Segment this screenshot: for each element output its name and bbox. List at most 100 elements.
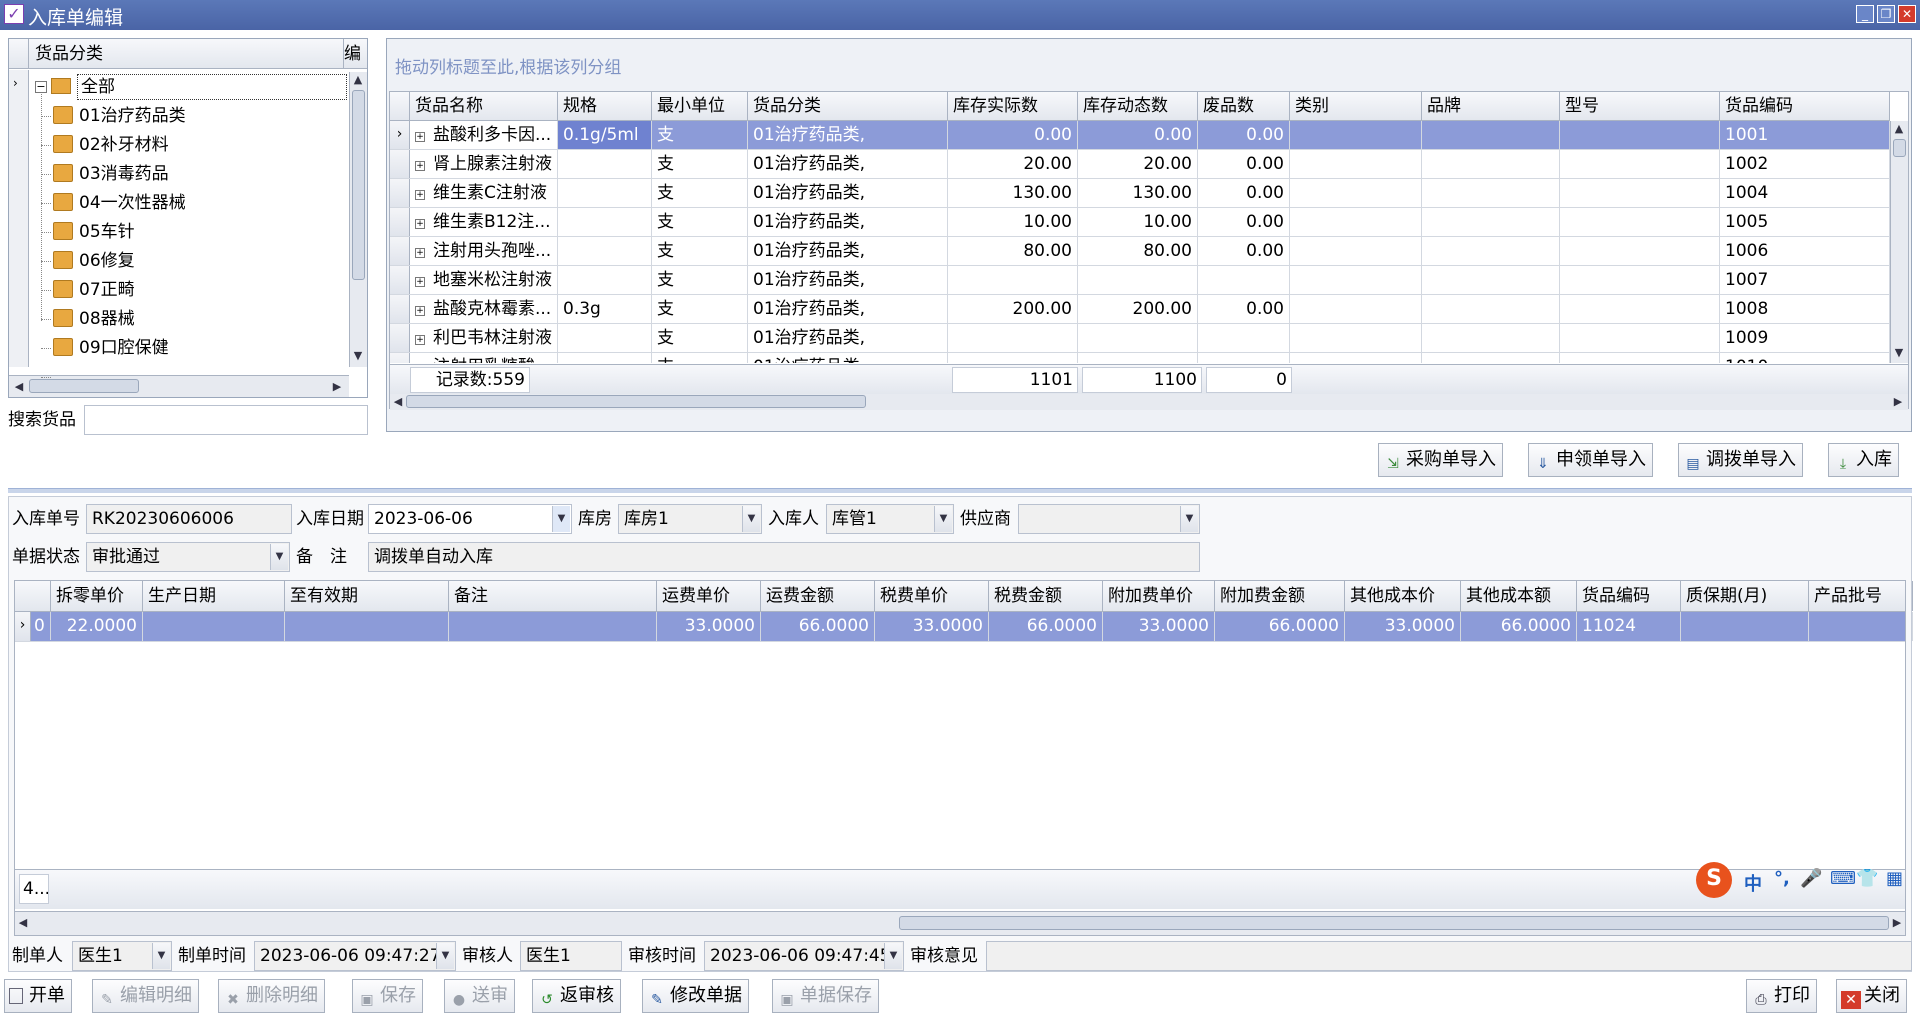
goods-cell-cat[interactable]: 01治疗药品类,: [748, 324, 948, 352]
detail-cell[interactable]: [143, 612, 285, 641]
print-button[interactable]: ⎙ 打印: [1746, 979, 1817, 1013]
punct-icon[interactable]: °,: [1774, 868, 1790, 889]
goods-cell-type[interactable]: [1290, 208, 1422, 236]
goods-cell-name[interactable]: + 维生素B12注...: [410, 208, 558, 236]
scroll-left-icon[interactable]: ◀: [11, 379, 27, 395]
goods-cell-brand[interactable]: [1422, 324, 1560, 352]
goods-cell-actual[interactable]: 80.00: [948, 237, 1078, 265]
goods-cell-code[interactable]: 1008: [1720, 295, 1890, 323]
detail-column-header[interactable]: 其他成本额: [1461, 581, 1577, 611]
goods-cell-dynamic[interactable]: [1078, 266, 1198, 294]
detail-column-header[interactable]: 税费单价: [875, 581, 989, 611]
status-select[interactable]: 审批通过 ▼: [86, 542, 290, 572]
goods-table-row[interactable]: + 盐酸克林霉素... 0.3g 支 01治疗药品类, 200.00 200.00 0.00 1…: [390, 295, 1890, 324]
goods-cell-code[interactable]: 1006: [1720, 237, 1890, 265]
detail-cell[interactable]: 11024: [1577, 612, 1681, 641]
goods-cell-type[interactable]: [1290, 237, 1422, 265]
tree-scroll-thumb[interactable]: [352, 90, 365, 280]
goods-cell-brand[interactable]: [1422, 179, 1560, 207]
auditor-field[interactable]: 医生1: [520, 941, 622, 971]
goods-cell-name[interactable]: + 维生素C注射液: [410, 179, 558, 207]
goods-cell-type[interactable]: [1290, 179, 1422, 207]
stock-in-button[interactable]: ⤓ 入库: [1828, 443, 1899, 477]
goods-scroll-left-icon[interactable]: ◀: [390, 394, 406, 410]
goods-cell-type[interactable]: [1290, 324, 1422, 352]
detail-column-header[interactable]: 货品编码: [1577, 581, 1681, 611]
goods-cell-unit[interactable]: 支: [652, 266, 748, 294]
detail-horizontal-scrollbar[interactable]: ◀ ▶: [15, 911, 1905, 935]
maker-select[interactable]: 医生1 ▼: [72, 941, 172, 971]
goods-cell-type[interactable]: [1290, 295, 1422, 323]
warehouse-dropdown-icon[interactable]: ▼: [742, 506, 760, 532]
scroll-up-icon[interactable]: ▲: [350, 72, 366, 88]
detail-cell[interactable]: 66.0000: [1215, 612, 1345, 641]
tree-item[interactable]: 09口腔保健: [53, 334, 169, 362]
goods-cell-name[interactable]: + 肾上腺素注射液: [410, 150, 558, 178]
goods-cell-waste[interactable]: 0.00: [1198, 237, 1290, 265]
detail-table-row[interactable]: › 0 22.0000 33.0000 66.0000 33.0000 66.0000 33.…: [15, 612, 1913, 642]
opinion-field[interactable]: [986, 941, 1912, 971]
send-audit-button[interactable]: ● 送审: [444, 979, 515, 1013]
tree-item[interactable]: 01治疗药品类: [53, 102, 186, 130]
scroll-down-icon[interactable]: ▼: [350, 348, 366, 364]
goods-vertical-scrollbar[interactable]: ▲ ▼: [1890, 121, 1908, 363]
detail-column-header[interactable]: 附加费单价: [1103, 581, 1215, 611]
goods-cell-name[interactable]: + 盐酸利多卡因...: [410, 121, 558, 149]
goods-cell-code[interactable]: 1010: [1720, 353, 1890, 363]
goods-column-header[interactable]: 品牌: [1422, 92, 1560, 120]
goods-hscroll-thumb[interactable]: [406, 395, 866, 408]
goods-cell-brand[interactable]: [1422, 121, 1560, 149]
goods-cell-type[interactable]: [1290, 150, 1422, 178]
make-time-dropdown-icon[interactable]: ▼: [436, 943, 454, 969]
goods-table-row[interactable]: › + 盐酸利多卡因... 0.1g/5ml 支 01治疗药品类, 0.00 0.00 0.00…: [390, 121, 1890, 150]
requisition-import-button[interactable]: ⇓ 申领单导入: [1528, 443, 1653, 477]
goods-cell-type[interactable]: [1290, 353, 1422, 363]
goods-cell-brand[interactable]: [1422, 295, 1560, 323]
goods-cell-cat[interactable]: 01治疗药品类,: [748, 121, 948, 149]
expand-row-icon[interactable]: +: [415, 335, 425, 345]
goods-cell-cat[interactable]: 01治疗药品类,: [748, 353, 948, 363]
microphone-icon[interactable]: 🎤: [1800, 868, 1822, 889]
detail-column-header[interactable]: 产品批号: [1809, 581, 1913, 611]
goods-scroll-down-icon[interactable]: ▼: [1891, 345, 1907, 361]
row-indicator[interactable]: [390, 150, 410, 178]
goods-cell-code[interactable]: 1002: [1720, 150, 1890, 178]
goods-cell-actual[interactable]: 130.00: [948, 179, 1078, 207]
goods-cell-type[interactable]: [1290, 266, 1422, 294]
tree-item[interactable]: 06修复: [53, 247, 135, 275]
goods-cell-model[interactable]: [1560, 150, 1720, 178]
goods-cell-unit[interactable]: 支: [652, 208, 748, 236]
goods-cell-spec[interactable]: [558, 179, 652, 207]
detail-scroll-left-icon[interactable]: ◀: [15, 915, 31, 931]
goods-cell-brand[interactable]: [1422, 237, 1560, 265]
goods-cell-unit[interactable]: 支: [652, 353, 748, 363]
remark-field[interactable]: 调拨单自动入库: [368, 542, 1200, 572]
goods-scroll-thumb[interactable]: [1893, 139, 1906, 157]
make-time-field[interactable]: 2023-06-06 09:47:27 ▼: [254, 941, 456, 971]
goods-cell-dynamic[interactable]: 80.00: [1078, 237, 1198, 265]
goods-cell-waste[interactable]: [1198, 353, 1290, 363]
goods-cell-name[interactable]: + 地塞米松注射液: [410, 266, 558, 294]
collapse-toggle-icon[interactable]: −: [35, 81, 47, 93]
tree-item[interactable]: 02补牙材料: [53, 131, 169, 159]
detail-column-header[interactable]: 税费金额: [989, 581, 1103, 611]
goods-cell-unit[interactable]: 支: [652, 324, 748, 352]
expand-row-icon[interactable]: +: [415, 277, 425, 287]
detail-cell[interactable]: [285, 612, 449, 641]
expand-row-icon[interactable]: +: [415, 190, 425, 200]
ime-chinese-mode[interactable]: 中: [1744, 870, 1762, 896]
goods-cell-spec[interactable]: [558, 150, 652, 178]
audit-time-dropdown-icon[interactable]: ▼: [884, 943, 902, 969]
goods-column-header[interactable]: 库存实际数: [948, 92, 1078, 120]
row-indicator[interactable]: [390, 295, 410, 323]
maker-dropdown-icon[interactable]: ▼: [152, 943, 170, 969]
date-dropdown-icon[interactable]: ▼: [552, 506, 570, 532]
goods-cell-type[interactable]: [1290, 121, 1422, 149]
goods-cell-actual[interactable]: [948, 353, 1078, 363]
goods-cell-unit[interactable]: 支: [652, 150, 748, 178]
tree-item[interactable]: 08器械: [53, 305, 135, 333]
goods-table-row[interactable]: +注射用乳糖酸... 支01治疗药品类, 1010: [390, 353, 1890, 363]
goods-cell-cat[interactable]: 01治疗药品类,: [748, 150, 948, 178]
detail-cell[interactable]: 22.0000: [51, 612, 143, 641]
row-indicator[interactable]: [390, 353, 410, 363]
